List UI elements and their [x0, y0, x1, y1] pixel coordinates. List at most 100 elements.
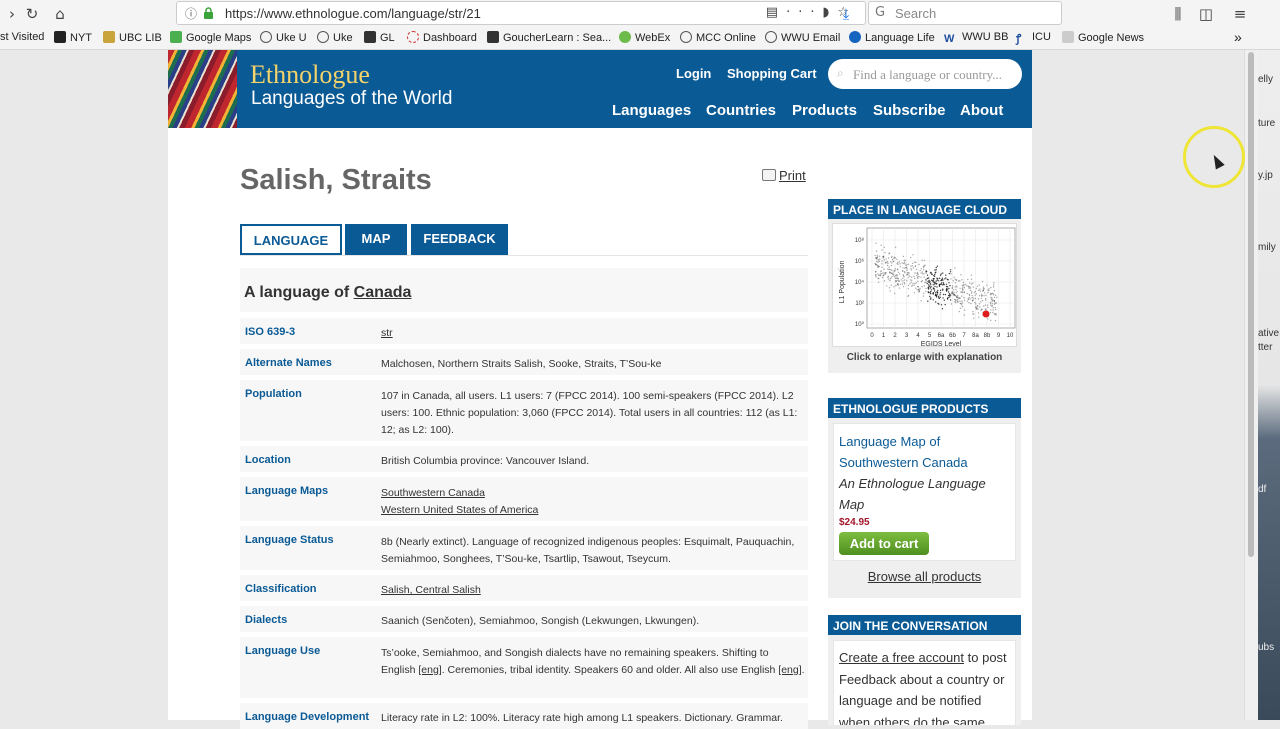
row-value: British Columbia province: Vancouver Isl…	[381, 455, 590, 467]
country-link[interactable]: Canada	[354, 284, 412, 301]
more-icon[interactable]: ···	[786, 5, 822, 20]
product-name-link[interactable]: Language Map of Southwestern Canada	[839, 431, 1009, 473]
cloud-point	[957, 280, 960, 282]
language-of-prefix: A language of	[244, 284, 354, 301]
desktop-file-label[interactable]: y.jp	[1258, 170, 1273, 181]
cloud-point	[970, 274, 973, 276]
cloud-point	[902, 285, 905, 288]
bookmark-item[interactable]: NYT	[54, 31, 92, 44]
map-link[interactable]: Southwestern Canada	[381, 485, 805, 502]
nav-languages[interactable]: Languages	[612, 102, 691, 119]
reload-icon[interactable]: ↻	[22, 4, 42, 24]
tab-language[interactable]: LANGUAGE	[240, 224, 342, 255]
desktop-file-label[interactable]: ative	[1258, 328, 1279, 339]
home-icon[interactable]: ⌂	[50, 4, 70, 24]
print-link[interactable]: Print	[762, 168, 806, 183]
bookmark-item[interactable]: st Visited	[0, 31, 44, 43]
bookmark-item[interactable]: Dashboard	[407, 31, 477, 44]
bookmark-item[interactable]: ꝭ ICU	[1016, 31, 1051, 45]
cloud-point	[910, 281, 912, 283]
forward-icon[interactable]: ›	[2, 4, 22, 24]
nav-countries[interactable]: Countries	[706, 102, 776, 119]
cloud-point	[992, 284, 995, 286]
bookmark-item[interactable]: WWU Email	[765, 31, 840, 44]
browse-all-products-link[interactable]: Browse all products	[828, 569, 1021, 584]
eng-link[interactable]: [eng]	[418, 664, 441, 676]
bookmark-item[interactable]: Language Life	[849, 31, 935, 44]
cloud-point	[925, 272, 927, 274]
language-cloud-panel[interactable]: 10⁸ 10⁶ 10⁴ 10² 10⁰ 0 1 2 3 4 5 6a 6b 7 8a 8b 9 10 L1 Po…	[828, 219, 1021, 373]
desktop-file-label[interactable]: elly	[1258, 74, 1273, 85]
desktop-file-label[interactable]: ture	[1258, 118, 1275, 129]
cloud-point	[972, 313, 974, 315]
bookmark-item[interactable]: Google News	[1062, 31, 1144, 44]
x-tick-label: 6b	[949, 333, 956, 339]
add-to-cart-button[interactable]: Add to cart	[839, 532, 929, 555]
bookmarks-overflow-icon[interactable]: »	[1234, 29, 1242, 45]
cloud-point	[969, 287, 972, 289]
cloud-point	[890, 269, 893, 271]
nav-about[interactable]: About	[960, 102, 1003, 119]
desktop-file-label[interactable]: ubs	[1258, 642, 1274, 653]
library-icon[interactable]: ⫼	[1168, 4, 1188, 24]
sidebar-icon[interactable]: ◫	[1196, 4, 1216, 24]
cloud-point	[886, 285, 888, 287]
url-bar[interactable]: ⓘ https://www.ethnologue.com/language/st…	[176, 1, 866, 25]
tab-feedback[interactable]: FEEDBACK	[411, 224, 508, 255]
cloud-point	[933, 290, 936, 292]
nav-subscribe[interactable]: Subscribe	[873, 102, 946, 119]
cloud-point	[962, 289, 964, 291]
row-key: Language Status	[245, 534, 334, 546]
cloud-point	[903, 259, 905, 262]
logo-subtitle[interactable]: Languages of the World	[251, 88, 452, 110]
create-account-link[interactable]: Create a free account	[839, 650, 964, 665]
cloud-point	[978, 303, 981, 305]
cloud-point	[959, 302, 961, 305]
tab-map[interactable]: MAP	[345, 224, 407, 255]
bookmark-item[interactable]: GL	[364, 31, 395, 44]
site-search-input[interactable]: ⌕ Find a language or country...	[828, 59, 1022, 89]
bookmark-item[interactable]: UBC LIB	[103, 31, 162, 44]
desktop-file-label[interactable]: mily	[1258, 242, 1276, 253]
bookmark-item[interactable]: Uke U	[260, 31, 307, 44]
bookmark-item[interactable]: WebEx	[619, 31, 670, 44]
download-icon[interactable]: ⤓	[836, 4, 856, 24]
reader-icon[interactable]: ▤	[766, 5, 786, 20]
classification-link[interactable]: Salish, Central Salish	[381, 582, 805, 599]
scrollbar-thumb[interactable]	[1248, 52, 1254, 557]
bookmark-item[interactable]: MCC Online	[680, 31, 756, 44]
map-link[interactable]: Western United States of America	[381, 502, 805, 519]
cloud-point	[903, 283, 906, 285]
cloud-point	[955, 292, 957, 294]
cloud-point	[897, 269, 899, 271]
menu-icon[interactable]: ≡	[1230, 4, 1250, 24]
login-link[interactable]: Login	[676, 66, 711, 81]
eng-link[interactable]: [eng]	[778, 664, 801, 676]
cloud-point	[968, 294, 971, 297]
bookmark-item[interactable]: Uke	[317, 31, 353, 44]
language-cloud-plot[interactable]: 10⁸ 10⁶ 10⁴ 10² 10⁰ 0 1 2 3 4 5 6a 6b 7 8a 8b 9 10 L1 Po…	[833, 224, 1018, 348]
shopping-cart-link[interactable]: Shopping Cart	[727, 66, 817, 81]
url-text[interactable]: https://www.ethnologue.com/language/str/…	[225, 6, 481, 21]
browser-search[interactable]: G Search	[868, 1, 1062, 25]
cloud-point	[928, 284, 930, 286]
desktop-file-label[interactable]: df	[1258, 484, 1266, 495]
bookmark-item[interactable]: GoucherLearn : Sea...	[487, 31, 611, 44]
desktop-file-label[interactable]: tter	[1258, 342, 1272, 353]
webex-icon	[619, 31, 631, 43]
cloud-point	[883, 246, 885, 249]
cloud-point	[885, 261, 887, 264]
nav-products[interactable]: Products	[792, 102, 857, 119]
language-cloud-thumbnail[interactable]: 10⁸ 10⁶ 10⁴ 10² 10⁰ 0 1 2 3 4 5 6a 6b 7 8a 8b 9 10 L1 Po…	[832, 223, 1018, 348]
bookmark-item[interactable]: Google Maps	[170, 31, 251, 44]
info-icon[interactable]: ⓘ	[185, 5, 197, 22]
cloud-point	[896, 263, 898, 265]
bookmark-item[interactable]: W WWU BB	[944, 31, 1008, 45]
cloud-point	[888, 257, 890, 259]
cloud-point	[905, 266, 908, 269]
iso-code-link[interactable]: str	[381, 325, 805, 342]
logo-title[interactable]: Ethnologue	[250, 60, 370, 90]
cloud-point	[938, 277, 941, 279]
cloud-caption[interactable]: Click to enlarge with explanation	[828, 352, 1021, 363]
cloud-point	[888, 253, 890, 255]
